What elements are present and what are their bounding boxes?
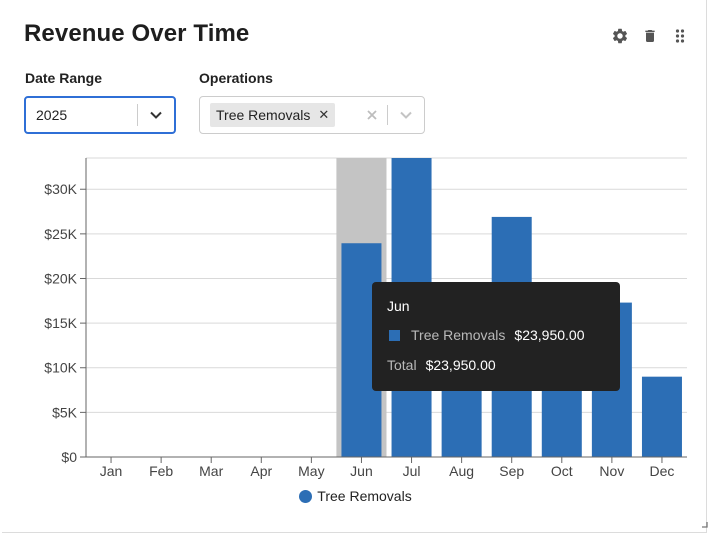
x-tick-label: Jun: [350, 463, 373, 479]
legend-label: Tree Removals: [317, 488, 412, 504]
y-tick-label: $10K: [44, 360, 77, 376]
tooltip-series-name: Tree Removals: [411, 327, 506, 343]
x-tick-label: Aug: [449, 463, 474, 479]
y-tick-label: $15K: [44, 315, 77, 331]
x-tick-label: Mar: [199, 463, 223, 479]
legend-marker: [299, 489, 313, 503]
chart-tooltip: Jun Tree Removals $23,950.00 Total $23,9…: [372, 282, 620, 391]
x-tick-label: Sep: [499, 463, 524, 479]
tooltip-total-row: Total $23,950.00: [387, 357, 496, 373]
revenue-bar-chart: $0 $5K $10K $15K $20K $25K $30K Jan Feb Mar Apr May…: [44, 157, 687, 479]
y-tick-label: $0: [61, 449, 77, 465]
x-tick-label: Apr: [250, 463, 272, 479]
y-tick-label: $30K: [44, 181, 77, 197]
tooltip-series-row: Tree Removals $23,950.00: [389, 327, 584, 343]
y-tick-label: $5K: [52, 404, 78, 420]
x-tick-label: Jul: [403, 463, 421, 479]
tooltip-swatch: [389, 329, 400, 341]
resize-handle-icon[interactable]: [701, 515, 708, 533]
x-tick-label: Feb: [149, 463, 173, 479]
tooltip-total-value: $23,950.00: [425, 357, 496, 373]
chart-legend[interactable]: Tree Removals: [0, 488, 711, 504]
x-tick-label: Oct: [551, 463, 573, 479]
tooltip-series-value: $23,950.00: [514, 327, 585, 343]
y-tick-label: $25K: [44, 226, 77, 242]
x-tick-label: Dec: [650, 463, 675, 479]
y-tick-label: $20K: [44, 270, 77, 286]
x-tick-label: May: [298, 463, 324, 479]
x-tick-label: Nov: [599, 463, 624, 479]
bar-dec: [641, 376, 682, 457]
x-tick-label: Jan: [100, 463, 123, 479]
tooltip-title: Jun: [387, 298, 410, 314]
tooltip-total-label: Total: [387, 357, 417, 373]
